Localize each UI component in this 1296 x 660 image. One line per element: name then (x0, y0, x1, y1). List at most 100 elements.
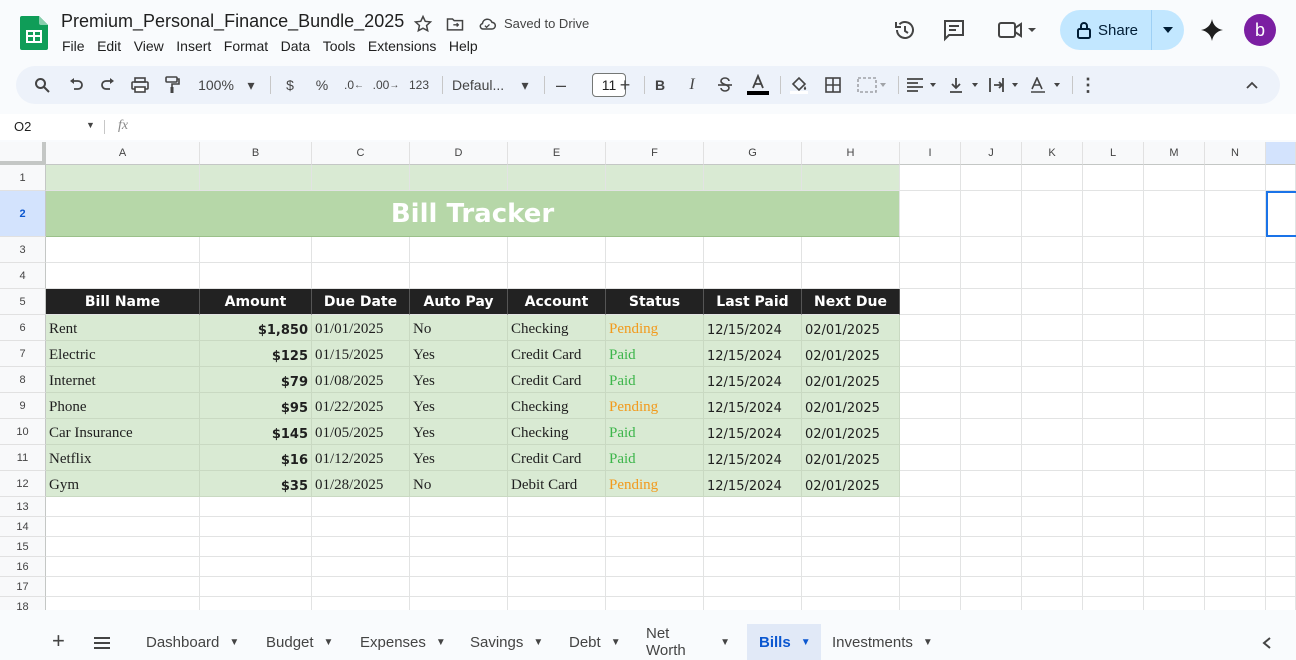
table-cell[interactable]: Pending (606, 471, 704, 497)
row-header-9[interactable]: 9 (0, 393, 46, 419)
table-cell[interactable]: Pending (606, 315, 704, 341)
font-select[interactable]: Defaul... (452, 66, 512, 104)
cell[interactable] (961, 537, 1022, 557)
cell[interactable] (1266, 497, 1296, 517)
column-header-j[interactable]: J (961, 142, 1022, 165)
chevron-down-icon[interactable]: ▼ (923, 637, 933, 648)
cell[interactable] (1083, 367, 1144, 393)
cell[interactable] (1022, 191, 1083, 237)
cell[interactable] (1083, 597, 1144, 610)
table-header-cell[interactable]: Last Paid (704, 289, 802, 315)
text-rotation-icon[interactable] (1028, 66, 1064, 104)
table-cell[interactable]: Paid (606, 445, 704, 471)
cell[interactable] (900, 315, 961, 341)
cell[interactable] (961, 419, 1022, 445)
table-cell[interactable]: 02/01/2025 (802, 341, 900, 367)
move-folder-icon[interactable] (445, 14, 465, 34)
increase-decimal-button[interactable]: .00 → (372, 66, 400, 104)
cell[interactable] (1205, 289, 1266, 315)
cell[interactable] (1205, 263, 1266, 289)
cell[interactable] (1144, 393, 1205, 419)
cell[interactable] (508, 165, 606, 191)
zoom-select[interactable]: 100% (194, 66, 238, 104)
cell[interactable] (606, 597, 704, 610)
cell[interactable] (1022, 577, 1083, 597)
cell[interactable] (46, 577, 200, 597)
font-size-decrease-icon[interactable]: – (552, 66, 570, 104)
cell[interactable] (1144, 497, 1205, 517)
table-header-cell[interactable]: Due Date (312, 289, 410, 315)
cell[interactable] (1022, 237, 1083, 263)
cell[interactable] (1266, 341, 1296, 367)
cell[interactable] (46, 597, 200, 610)
decrease-decimal-button[interactable]: .0 ← (342, 66, 366, 104)
table-cell[interactable]: Pending (606, 393, 704, 419)
cell[interactable] (1205, 237, 1266, 263)
sheet-tab-bills[interactable]: Bills ▼ (747, 624, 821, 660)
table-cell[interactable]: Netflix (46, 445, 200, 471)
row-header-18[interactable]: 18 (0, 597, 46, 610)
cell[interactable] (802, 497, 900, 517)
cell[interactable] (900, 393, 961, 419)
cell[interactable] (1144, 191, 1205, 237)
cell[interactable] (1022, 497, 1083, 517)
more-options-icon[interactable]: ⋮ (1078, 66, 1098, 104)
cell[interactable] (46, 557, 200, 577)
table-cell[interactable]: 02/01/2025 (802, 315, 900, 341)
cell[interactable] (900, 419, 961, 445)
cell[interactable] (1083, 341, 1144, 367)
cell[interactable] (1022, 393, 1083, 419)
cell[interactable] (1205, 517, 1266, 537)
menu-view[interactable]: View (134, 38, 164, 54)
table-cell[interactable]: Checking (508, 419, 606, 445)
column-header-i[interactable]: I (900, 142, 961, 165)
table-cell[interactable]: 01/22/2025 (312, 393, 410, 419)
horizontal-align-icon[interactable] (904, 66, 940, 104)
table-cell[interactable]: 12/15/2024 (704, 471, 802, 497)
cell[interactable] (606, 165, 704, 191)
cell[interactable] (1022, 419, 1083, 445)
document-title[interactable]: Premium_Personal_Finance_Bundle_2025 (61, 11, 404, 32)
cell[interactable] (410, 165, 508, 191)
cell[interactable] (508, 597, 606, 610)
table-cell[interactable]: 01/28/2025 (312, 471, 410, 497)
cell[interactable] (410, 577, 508, 597)
text-wrapping-icon[interactable] (986, 66, 1022, 104)
cell[interactable] (410, 517, 508, 537)
table-cell[interactable]: No (410, 471, 508, 497)
font-size-increase-icon[interactable]: + (616, 66, 634, 104)
table-header-cell[interactable]: Auto Pay (410, 289, 508, 315)
cell[interactable] (1022, 557, 1083, 577)
cell[interactable] (1144, 315, 1205, 341)
sheet-tab-dashboard[interactable]: Dashboard ▼ (134, 624, 254, 660)
cell[interactable] (1266, 419, 1296, 445)
cell[interactable] (1083, 263, 1144, 289)
add-sheet-icon[interactable]: + (52, 630, 65, 652)
sheet-title[interactable]: Bill Tracker (46, 191, 900, 237)
cell[interactable] (1205, 445, 1266, 471)
cell[interactable] (1266, 165, 1296, 191)
cell[interactable] (900, 367, 961, 393)
spreadsheet-grid[interactable]: A B C D E F G H I J K L M N 1 2 3 4 5 6 7 8 9 10 11 12 13 14 15 16 17 1… (0, 142, 1296, 610)
table-cell[interactable]: Yes (410, 419, 508, 445)
table-header-cell[interactable]: Next Due (802, 289, 900, 315)
cell[interactable] (1205, 191, 1266, 237)
table-cell[interactable]: Paid (606, 367, 704, 393)
cell[interactable] (200, 263, 312, 289)
menu-edit[interactable]: Edit (97, 38, 121, 54)
row-header-2[interactable]: 2 (0, 191, 46, 237)
row-header-11[interactable]: 11 (0, 445, 46, 471)
paint-format-icon[interactable] (160, 66, 184, 104)
cell[interactable] (1083, 289, 1144, 315)
cell[interactable] (1205, 577, 1266, 597)
table-cell[interactable]: Phone (46, 393, 200, 419)
all-sheets-icon[interactable] (93, 637, 111, 649)
cell[interactable] (1144, 165, 1205, 191)
column-header-n[interactable]: N (1205, 142, 1266, 165)
table-cell[interactable]: 01/01/2025 (312, 315, 410, 341)
search-menus-icon[interactable] (30, 66, 54, 104)
row-header-7[interactable]: 7 (0, 341, 46, 367)
column-header-l[interactable]: L (1083, 142, 1144, 165)
column-header-h[interactable]: H (802, 142, 900, 165)
table-header-cell[interactable]: Amount (200, 289, 312, 315)
